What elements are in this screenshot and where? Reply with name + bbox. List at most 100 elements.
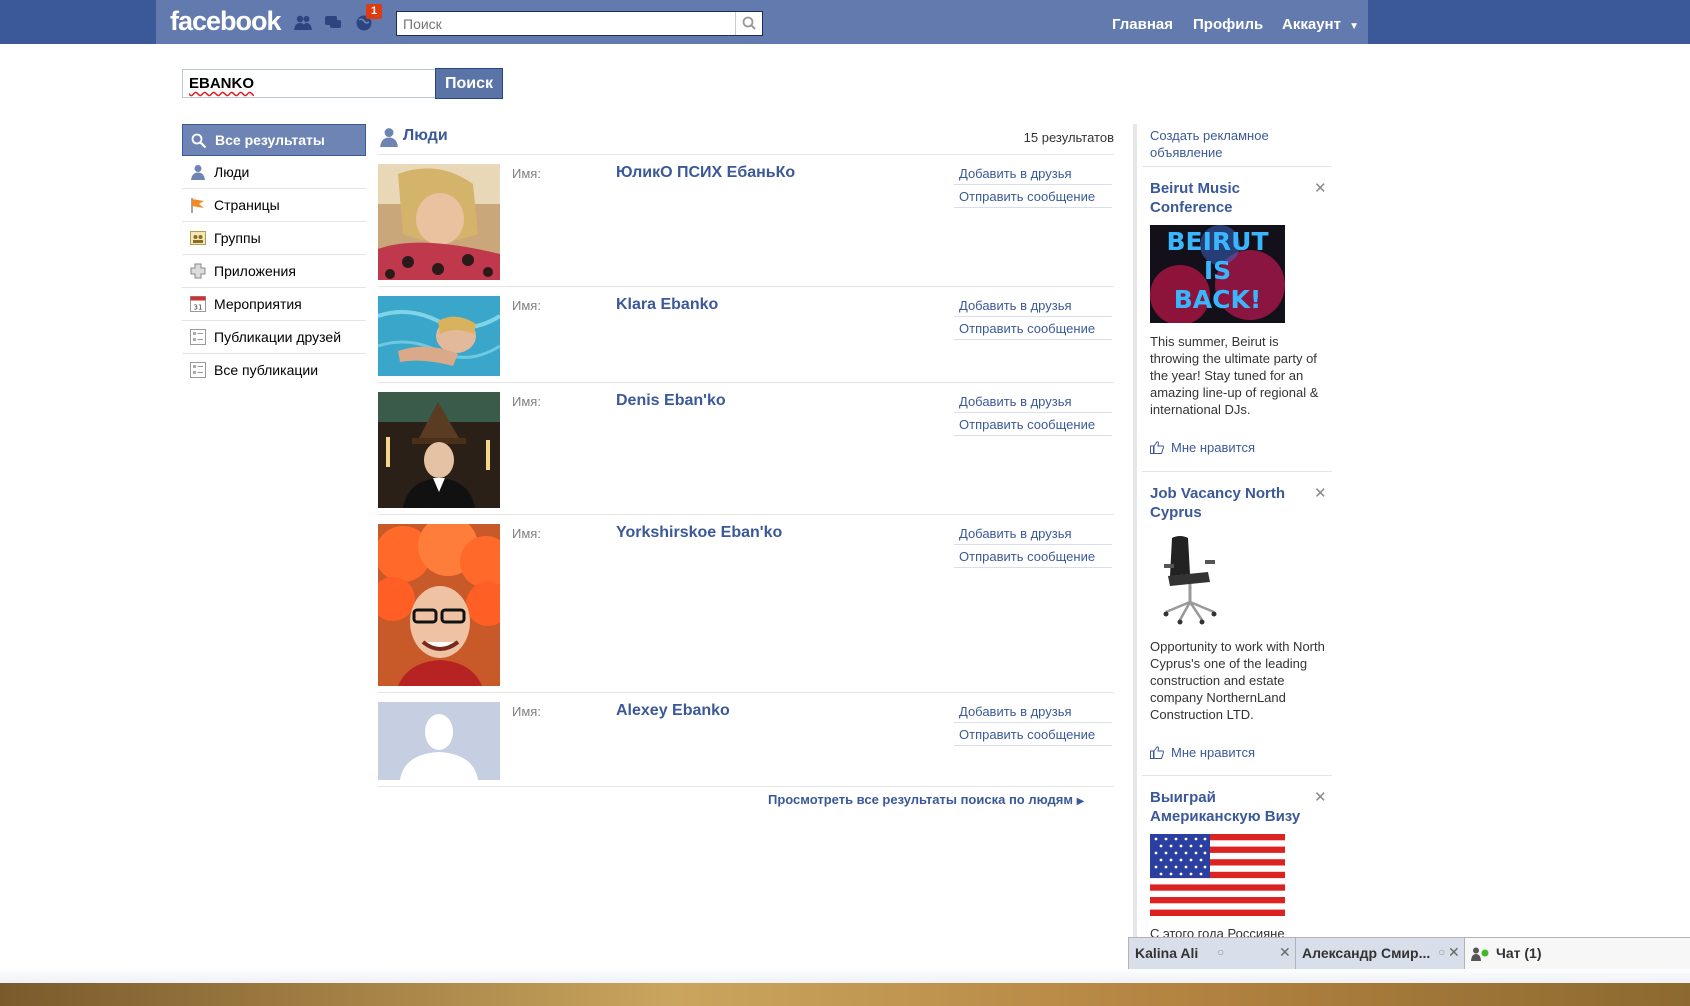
people-section-title[interactable]: Люди <box>403 127 448 145</box>
see-all-label: Просмотреть все результаты поиска по люд… <box>768 792 1073 807</box>
chat-tab-name: Kalina Ali <box>1135 945 1199 961</box>
query-input[interactable]: EBANKO <box>182 69 436 98</box>
ad-like-button[interactable]: Мне нравится <box>1150 745 1255 760</box>
chat-tab-name: Александр Смир... <box>1302 945 1431 961</box>
filter-groups[interactable]: Группы <box>182 222 366 255</box>
nav-account[interactable]: Аккаунт ▼ <box>1282 16 1359 33</box>
thumbs-up-icon <box>1150 441 1164 454</box>
filter-label: Страницы <box>214 197 280 213</box>
flag-icon <box>191 198 204 213</box>
chevron-down-icon: ▼ <box>1349 21 1360 32</box>
person-name[interactable]: Yorkshirskoe Eban'ko <box>616 524 782 542</box>
messages-icon[interactable] <box>324 14 342 31</box>
close-icon[interactable]: ✕ <box>1279 944 1291 961</box>
ad-separator <box>1142 166 1332 167</box>
top-search-button[interactable] <box>735 12 762 35</box>
person-icon <box>191 165 205 180</box>
close-icon[interactable]: ✕ <box>1314 179 1327 197</box>
filter-nav: Все результаты Люди Страницы Группы Прил… <box>182 124 366 386</box>
create-ad-link[interactable]: Создать рекламное объявление <box>1150 127 1300 161</box>
query-search-button[interactable]: Поиск <box>435 68 503 99</box>
close-icon[interactable]: ✕ <box>1448 944 1460 961</box>
nav-account-label: Аккаунт <box>1282 16 1341 33</box>
filter-pages[interactable]: Страницы <box>182 189 366 222</box>
magnifier-icon <box>191 133 207 149</box>
like-label: Мне нравится <box>1171 745 1256 760</box>
add-friend-link[interactable]: Добавить в друзья <box>954 526 1112 545</box>
post-icon <box>190 329 206 345</box>
results-count: 15 результатов <box>1023 130 1114 145</box>
send-message-link[interactable]: Отправить сообщение <box>954 549 1112 568</box>
close-icon[interactable]: ✕ <box>1314 788 1327 806</box>
filter-label: Публикации друзей <box>214 329 342 345</box>
close-icon[interactable]: ✕ <box>1314 484 1327 502</box>
see-all-people-link[interactable]: Просмотреть все результаты поиска по люд… <box>768 792 1084 807</box>
profile-photo[interactable] <box>378 296 500 376</box>
person-name[interactable]: Klara Ebanko <box>616 296 718 314</box>
send-message-link[interactable]: Отправить сообщение <box>954 189 1112 208</box>
filter-all-posts[interactable]: Все публикации <box>182 354 366 386</box>
person-name[interactable]: Alexey Ebanko <box>616 702 730 720</box>
chat-label: Чат (1) <box>1496 945 1542 961</box>
add-friend-link[interactable]: Добавить в друзья <box>954 394 1112 413</box>
ad-title[interactable]: Выиграй Американскую Визу <box>1150 788 1310 826</box>
filter-apps[interactable]: Приложения <box>182 255 366 288</box>
chat-bar-fade <box>0 968 1690 983</box>
filter-label: Все результаты <box>215 132 325 148</box>
send-message-link[interactable]: Отправить сообщение <box>954 727 1112 746</box>
nav-home[interactable]: Главная <box>1112 16 1173 33</box>
filter-label: Мероприятия <box>214 296 302 312</box>
column-divider <box>1133 124 1137 944</box>
nav-profile[interactable]: Профиль <box>1193 16 1263 33</box>
profile-photo[interactable] <box>378 524 500 686</box>
ad-separator <box>1142 775 1332 776</box>
ad-image-us-flag[interactable] <box>1150 834 1285 916</box>
chat-tab-kalina[interactable]: Kalina Ali ○ ✕ <box>1128 938 1296 969</box>
ad-text: Opportunity to work with North Cyprus's … <box>1150 639 1325 722</box>
name-label: Имя: <box>512 394 541 409</box>
filter-events[interactable]: 31 Мероприятия <box>182 288 366 321</box>
profile-photo[interactable] <box>378 392 500 508</box>
ad-image[interactable] <box>1150 530 1226 626</box>
add-friend-link[interactable]: Добавить в друзья <box>954 298 1112 317</box>
person-name[interactable]: Denis Eban'ko <box>616 392 726 410</box>
calendar-icon: 31 <box>190 296 206 312</box>
offline-status-icon: ○ <box>1217 945 1225 959</box>
ad-title[interactable]: Job Vacancy North Cyprus <box>1150 484 1310 522</box>
chat-tab-alexander[interactable]: Александр Смир... ○ ✕ <box>1295 938 1465 969</box>
name-label: Имя: <box>512 166 541 181</box>
name-label: Имя: <box>512 704 541 719</box>
offline-status-icon: ○ <box>1438 945 1446 959</box>
send-message-link[interactable]: Отправить сообщение <box>954 321 1112 340</box>
person-icon <box>380 128 398 147</box>
add-friend-link[interactable]: Добавить в друзья <box>954 166 1112 185</box>
desktop-background <box>0 983 1690 1006</box>
profile-photo[interactable] <box>378 164 500 280</box>
ad-separator <box>1142 471 1332 472</box>
filter-people[interactable]: Люди <box>182 156 366 189</box>
ad-title[interactable]: Beirut Music Conference <box>1150 179 1310 217</box>
chat-main-button[interactable]: Чат (1) <box>1464 938 1690 969</box>
result-row: Имя: Yorkshirskoe Eban'ko Добавить в дру… <box>378 515 1114 693</box>
ad-like-button[interactable]: Мне нравится <box>1150 440 1255 455</box>
top-search-box[interactable] <box>396 11 763 36</box>
default-profile-photo[interactable] <box>378 702 500 780</box>
add-friend-link[interactable]: Добавить в друзья <box>954 704 1112 723</box>
send-message-link[interactable]: Отправить сообщение <box>954 417 1112 436</box>
facebook-logo[interactable]: facebook <box>170 6 282 37</box>
ad-image[interactable]: BEIRUT IS BACK! <box>1150 225 1285 323</box>
filter-label: Приложения <box>214 263 296 279</box>
top-search-input[interactable] <box>397 12 729 35</box>
post-icon <box>190 362 206 378</box>
filter-all-results[interactable]: Все результаты <box>182 124 366 156</box>
result-row: Имя: Alexey Ebanko Добавить в друзья Отп… <box>378 693 1114 787</box>
filter-label: Люди <box>214 164 250 180</box>
person-name[interactable]: ЮликО ПСИХ ЕбаньКо <box>616 164 795 182</box>
filter-label: Группы <box>214 230 261 246</box>
name-label: Имя: <box>512 298 541 313</box>
friend-requests-icon[interactable] <box>294 14 312 31</box>
notification-badge[interactable]: 1 <box>366 4 382 19</box>
filter-friends-posts[interactable]: Публикации друзей <box>182 321 366 354</box>
query-value: EBANKO <box>189 75 255 92</box>
people-results-header: Люди 15 результатов <box>378 124 1114 155</box>
